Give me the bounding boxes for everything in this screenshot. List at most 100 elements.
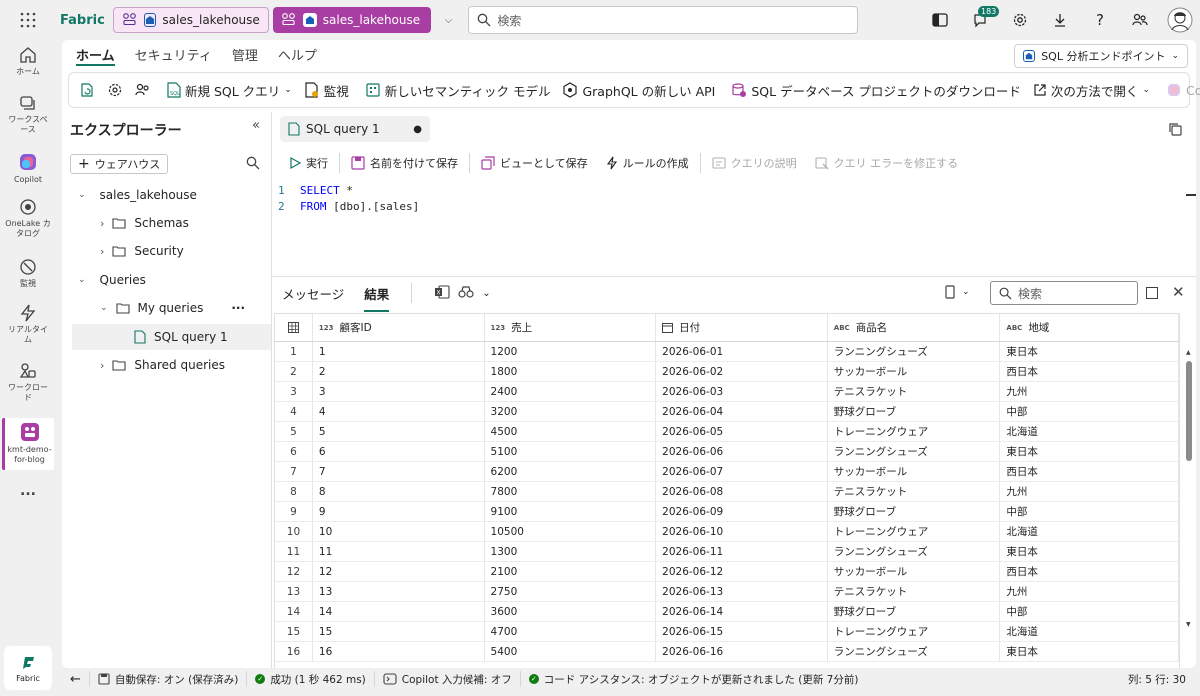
- open-in-button[interactable]: 次の方法で開く ⌄: [1027, 76, 1156, 104]
- search-icon[interactable]: [246, 156, 260, 173]
- row-number[interactable]: 9: [275, 502, 313, 521]
- table-cell[interactable]: 5: [313, 422, 485, 441]
- table-cell[interactable]: 2026-06-10: [656, 522, 828, 541]
- monitor-button[interactable]: 監視: [298, 76, 355, 104]
- table-cell[interactable]: 12: [313, 562, 485, 581]
- nav-current-workspace[interactable]: kmt-demo-for-blog: [2, 418, 54, 470]
- table-cell[interactable]: 中部: [1000, 602, 1179, 621]
- notifications-icon[interactable]: 183: [960, 0, 1000, 40]
- table-cell[interactable]: ランニングシューズ: [828, 442, 1001, 461]
- table-cell[interactable]: テニスラケット: [828, 482, 1001, 501]
- table-cell[interactable]: 7: [313, 462, 485, 481]
- table-cell[interactable]: サッカーボール: [828, 562, 1001, 581]
- table-row[interactable]: 3 3 2400 2026-06-03 テニスラケット 九州: [275, 382, 1179, 402]
- table-cell[interactable]: 北海道: [1000, 422, 1179, 441]
- table-cell[interactable]: サッカーボール: [828, 362, 1001, 381]
- tab-help[interactable]: ヘルプ: [268, 40, 327, 68]
- table-cell[interactable]: 九州: [1000, 382, 1179, 401]
- table-cell[interactable]: 6200: [485, 462, 657, 481]
- tab-manage[interactable]: 管理: [222, 40, 268, 68]
- table-cell[interactable]: 2026-06-13: [656, 582, 828, 601]
- settings-button[interactable]: [101, 76, 129, 104]
- table-cell[interactable]: 10500: [485, 522, 657, 541]
- fix-query-button[interactable]: クエリ エラーを修正する: [806, 155, 968, 171]
- nav-home[interactable]: ホーム: [0, 46, 56, 77]
- column-header[interactable]: ABC 地域: [1000, 314, 1179, 341]
- table-cell[interactable]: 2026-06-03: [656, 382, 828, 401]
- new-semantic-model-button[interactable]: 新しいセマンティック モデル: [359, 76, 557, 104]
- table-cell[interactable]: 北海道: [1000, 522, 1179, 541]
- copilot-completion-status[interactable]: Copilot 入力候補: オフ: [375, 671, 521, 687]
- table-cell[interactable]: 7800: [485, 482, 657, 501]
- copilot-button[interactable]: Copilot: [1160, 76, 1200, 104]
- table-cell[interactable]: 2026-06-14: [656, 602, 828, 621]
- table-row[interactable]: 10 10 10500 2026-06-10 トレーニングウェア 北海道: [275, 522, 1179, 542]
- table-cell[interactable]: 2026-06-06: [656, 442, 828, 461]
- table-cell[interactable]: 2026-06-02: [656, 362, 828, 381]
- tree-item-my-queries[interactable]: ⌄ My queries ···: [100, 295, 245, 321]
- table-cell[interactable]: 2400: [485, 382, 657, 401]
- code-editor[interactable]: 1 SELECT * 2 FROM [dbo].[sales]: [272, 182, 1192, 214]
- new-sql-query-button[interactable]: SQL 新規 SQL クエリ ⌄: [161, 76, 298, 104]
- refresh-button[interactable]: [73, 76, 101, 104]
- workspace-tab-2[interactable]: sales_lakehouse: [272, 7, 431, 33]
- copy-icon[interactable]: [1168, 122, 1182, 139]
- table-cell[interactable]: 2026-06-01: [656, 342, 828, 361]
- table-cell[interactable]: サッカーボール: [828, 462, 1001, 481]
- row-number[interactable]: 10: [275, 522, 313, 541]
- brand-label[interactable]: Fabric: [60, 13, 105, 28]
- table-row[interactable]: 9 9 9100 2026-06-09 野球グローブ 中部: [275, 502, 1179, 522]
- tree-item-queries[interactable]: ⌄ Queries: [78, 267, 146, 293]
- share-icon[interactable]: [1120, 0, 1160, 40]
- table-cell[interactable]: 九州: [1000, 482, 1179, 501]
- table-cell[interactable]: 2026-06-05: [656, 422, 828, 441]
- query-tab[interactable]: SQL query 1 ●: [280, 116, 430, 142]
- gear-icon[interactable]: [1000, 0, 1040, 40]
- binoculars-icon[interactable]: [458, 285, 474, 302]
- table-cell[interactable]: 2100: [485, 562, 657, 581]
- global-search[interactable]: 検索: [468, 6, 859, 34]
- table-row[interactable]: 1 1 1200 2026-06-01 ランニングシューズ 東日本: [275, 342, 1179, 362]
- table-cell[interactable]: 4500: [485, 422, 657, 441]
- table-cell[interactable]: 野球グローブ: [828, 502, 1001, 521]
- table-cell[interactable]: 2026-06-04: [656, 402, 828, 421]
- table-cell[interactable]: 2026-06-16: [656, 642, 828, 661]
- table-cell[interactable]: 8: [313, 482, 485, 501]
- download-icon[interactable]: [1040, 0, 1080, 40]
- chevron-down-icon[interactable]: ⌵: [445, 15, 453, 26]
- row-number[interactable]: 14: [275, 602, 313, 621]
- table-row[interactable]: 14 14 3600 2026-06-14 野球グローブ 中部: [275, 602, 1179, 622]
- column-header[interactable]: 123 顧客ID: [313, 314, 485, 341]
- tree-item-security[interactable]: › Security: [100, 238, 184, 264]
- table-cell[interactable]: 西日本: [1000, 462, 1179, 481]
- select-all-icon[interactable]: [275, 314, 313, 341]
- table-cell[interactable]: 3: [313, 382, 485, 401]
- table-cell[interactable]: 4: [313, 402, 485, 421]
- save-as-button[interactable]: 名前を付けて保存: [342, 155, 467, 171]
- fabric-home-button[interactable]: Fabric: [4, 646, 52, 690]
- table-cell[interactable]: 2026-06-07: [656, 462, 828, 481]
- table-cell[interactable]: 14: [313, 602, 485, 621]
- results-search-input[interactable]: 検索: [990, 281, 1138, 305]
- table-cell[interactable]: 5400: [485, 642, 657, 661]
- save-as-view-button[interactable]: ビューとして保存: [472, 155, 597, 171]
- tree-item-shared-queries[interactable]: › Shared queries: [100, 352, 225, 378]
- table-row[interactable]: 5 5 4500 2026-06-05 トレーニングウェア 北海道: [275, 422, 1179, 442]
- table-cell[interactable]: テニスラケット: [828, 382, 1001, 401]
- table-cell[interactable]: 11: [313, 542, 485, 561]
- row-number[interactable]: 5: [275, 422, 313, 441]
- row-number[interactable]: 13: [275, 582, 313, 601]
- table-row[interactable]: 12 12 2100 2026-06-12 サッカーボール 西日本: [275, 562, 1179, 582]
- table-row[interactable]: 11 11 1300 2026-06-11 ランニングシューズ 東日本: [275, 542, 1179, 562]
- table-cell[interactable]: 10: [313, 522, 485, 541]
- table-row[interactable]: 13 13 2750 2026-06-13 テニスラケット 九州: [275, 582, 1179, 602]
- tree-item-lakehouse[interactable]: ⌄ sales_lakehouse: [78, 182, 197, 208]
- table-cell[interactable]: 3200: [485, 402, 657, 421]
- nav-copilot[interactable]: Copilot: [0, 152, 56, 185]
- run-button[interactable]: 実行: [280, 155, 337, 171]
- table-cell[interactable]: 9100: [485, 502, 657, 521]
- table-row[interactable]: 15 15 4700 2026-06-15 トレーニングウェア 北海道: [275, 622, 1179, 642]
- nav-onelake[interactable]: OneLake カタログ: [0, 198, 56, 239]
- scrollbar-thumb[interactable]: [1186, 361, 1192, 461]
- table-cell[interactable]: 北海道: [1000, 622, 1179, 641]
